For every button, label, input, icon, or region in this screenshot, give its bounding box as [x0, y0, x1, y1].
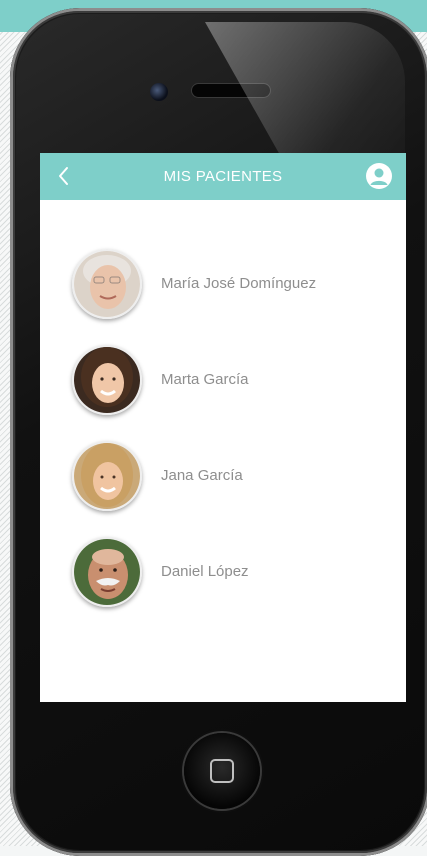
avatar	[72, 249, 142, 319]
camera-icon	[150, 83, 168, 101]
avatar	[72, 345, 142, 415]
patient-row[interactable]: Marta García	[72, 345, 392, 417]
app-header: MIS PACIENTES	[40, 153, 406, 200]
patient-name: Daniel López	[161, 563, 249, 580]
avatar	[72, 537, 142, 607]
patient-row[interactable]: Daniel López	[72, 537, 392, 609]
patient-name: María José Domínguez	[161, 275, 317, 292]
back-button[interactable]	[52, 163, 76, 189]
patient-row[interactable]: Jana García	[72, 441, 392, 513]
chevron-left-icon	[59, 167, 68, 185]
home-square-icon	[210, 759, 234, 783]
user-circle-icon	[370, 168, 388, 185]
app-screen: MIS PACIENTES María José Domínguez Marta…	[40, 153, 406, 702]
patient-row[interactable]: María José Domínguez	[72, 249, 392, 321]
avatar	[72, 441, 142, 511]
page-title: MIS PACIENTES	[163, 168, 283, 185]
patient-name: Jana García	[161, 467, 243, 484]
home-button[interactable]	[184, 733, 260, 809]
patient-name: Marta García	[161, 371, 249, 388]
profile-button[interactable]	[366, 163, 392, 189]
